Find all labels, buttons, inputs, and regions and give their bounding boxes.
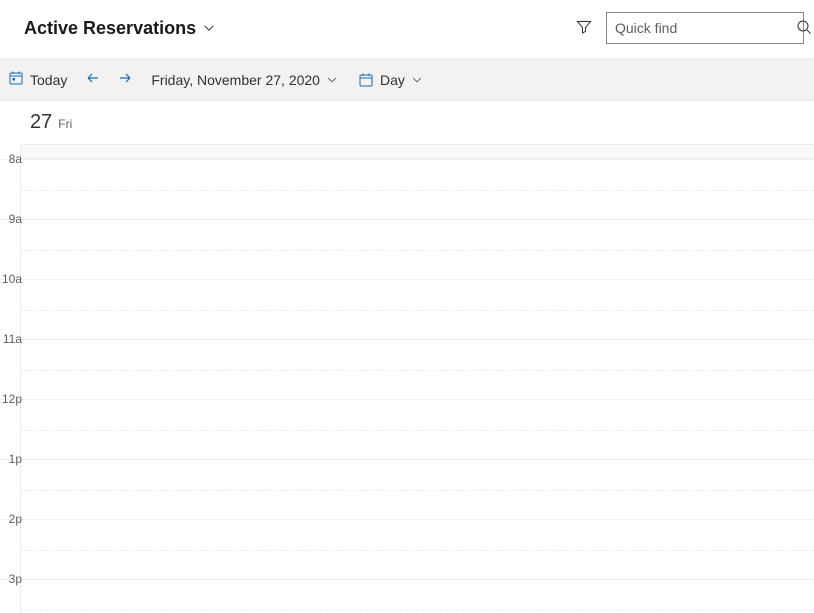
view-picker[interactable]: Day bbox=[348, 59, 433, 100]
calendar-icon bbox=[358, 72, 374, 88]
time-label: 3p bbox=[0, 572, 22, 586]
time-slot[interactable]: 3p bbox=[0, 579, 814, 613]
half-hour-line bbox=[20, 310, 814, 311]
search-input[interactable] bbox=[615, 20, 796, 36]
chevron-down-icon bbox=[326, 74, 338, 86]
arrow-right-icon bbox=[117, 70, 133, 89]
half-hour-line bbox=[20, 610, 814, 611]
time-label: 9a bbox=[0, 212, 22, 226]
next-button[interactable] bbox=[109, 59, 141, 100]
view-label: Day bbox=[380, 72, 405, 88]
today-button[interactable]: Today bbox=[4, 59, 77, 100]
time-slot[interactable]: 1p bbox=[0, 459, 814, 519]
today-label: Today bbox=[30, 72, 67, 88]
time-slot[interactable]: 2p bbox=[0, 519, 814, 579]
time-slot[interactable]: 8a bbox=[0, 159, 814, 219]
time-slot[interactable]: 10a bbox=[0, 279, 814, 339]
half-hour-line bbox=[20, 490, 814, 491]
chevron-down-icon bbox=[202, 21, 216, 35]
search-button[interactable] bbox=[796, 19, 812, 38]
page-header: Active Reservations bbox=[0, 0, 814, 59]
time-label: 11a bbox=[0, 332, 22, 346]
time-slot[interactable]: 12p bbox=[0, 399, 814, 459]
view-selector[interactable]: Active Reservations bbox=[24, 18, 216, 39]
time-label: 8a bbox=[0, 152, 22, 166]
half-hour-line bbox=[20, 370, 814, 371]
half-hour-line bbox=[20, 550, 814, 551]
day-weekday: Fri bbox=[58, 117, 72, 131]
time-label: 1p bbox=[0, 452, 22, 466]
filter-button[interactable] bbox=[572, 16, 596, 40]
calendar-toolbar: Today Friday, November 27, 2020 Day bbox=[0, 59, 814, 101]
day-number: 27 bbox=[30, 111, 52, 134]
half-hour-line bbox=[20, 250, 814, 251]
time-grid[interactable]: 8a9a10a11a12p1p2p3p bbox=[0, 145, 814, 613]
previous-button[interactable] bbox=[77, 59, 109, 100]
calendar-area: 27 Fri 8a9a10a11a12p1p2p3p bbox=[0, 101, 814, 613]
search-box bbox=[606, 12, 804, 44]
day-header[interactable]: 27 Fri bbox=[20, 101, 814, 145]
arrow-left-icon bbox=[85, 70, 101, 89]
page-title: Active Reservations bbox=[24, 18, 196, 39]
half-hour-line bbox=[20, 430, 814, 431]
time-label: 12p bbox=[0, 392, 22, 406]
date-picker[interactable]: Friday, November 27, 2020 bbox=[141, 59, 348, 100]
time-slot[interactable]: 11a bbox=[0, 339, 814, 399]
funnel-icon bbox=[576, 19, 592, 38]
calendar-today-icon bbox=[8, 70, 24, 89]
chevron-down-icon bbox=[411, 74, 423, 86]
half-hour-line bbox=[20, 190, 814, 191]
search-icon bbox=[796, 19, 812, 38]
current-date-label: Friday, November 27, 2020 bbox=[151, 72, 320, 88]
header-actions bbox=[572, 12, 804, 44]
time-label: 2p bbox=[0, 512, 22, 526]
time-slot[interactable]: 9a bbox=[0, 219, 814, 279]
time-label: 10a bbox=[0, 272, 22, 286]
